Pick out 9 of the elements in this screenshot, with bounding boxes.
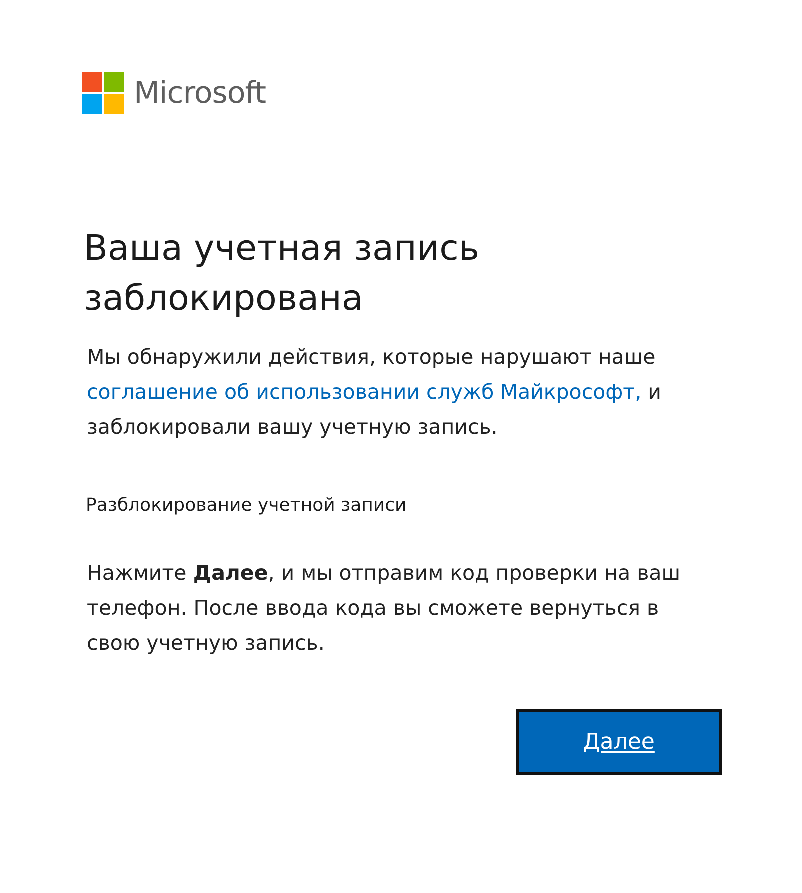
message-text: Мы обнаружили действия, которые нарушают наше соглашение об использовании служб Майкрософт, и заблокировали вашу учетную запись. — [87, 344, 662, 441]
page-title: Ваша учетная запись заблокирована — [84, 228, 480, 321]
agreement-link[interactable]: соглашение об использовании служб — [87, 380, 494, 404]
agreement-link[interactable]: Майкрософт, — [500, 380, 642, 404]
instructions-text: Нажмите Далее, и мы отправим код проверки на ваш телефон. После ввода кода вы сможете вернуться в свою учетную запись. — [87, 560, 682, 657]
brand-name: Microsoft — [134, 76, 266, 110]
next-button[interactable]: Далее — [516, 709, 722, 775]
section-title: Разблокирование учетной записи — [86, 495, 408, 516]
logo-icon — [82, 72, 124, 114]
